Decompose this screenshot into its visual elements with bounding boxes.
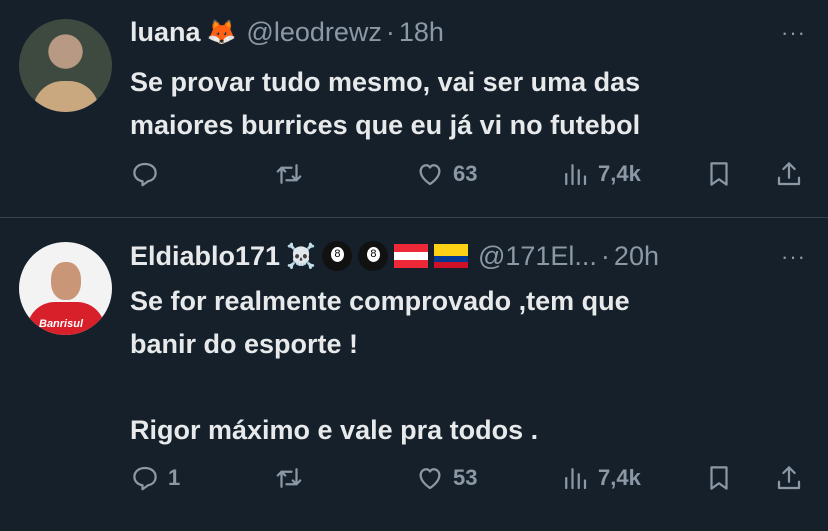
like-icon — [419, 468, 441, 490]
like-count: 53 — [453, 465, 478, 490]
separator-dot: · — [385, 16, 395, 47]
tweet-text-line — [130, 366, 630, 409]
bookmark-button[interactable] — [704, 461, 734, 495]
reply-button[interactable]: 1 — [130, 461, 180, 495]
tweet-header: Eldiablo171 ☠️ @171El... · 20h — [130, 238, 659, 274]
eight-ball-icon — [357, 241, 388, 271]
reply-icon — [133, 162, 157, 187]
more-icon[interactable]: ··· — [781, 244, 806, 270]
like-count: 63 — [453, 161, 478, 186]
tweet-text: Se for realmente comprovado ,tem que ban… — [130, 280, 630, 452]
retweet-button[interactable] — [274, 157, 312, 191]
bookmark-icon — [710, 162, 728, 186]
avatar[interactable] — [19, 19, 112, 112]
share-icon — [777, 162, 801, 186]
tweet-text-line: banir do esporte ! — [130, 329, 359, 359]
tweet[interactable]: luana 🦊 @leodrewz · 18h ··· Se provar tu… — [0, 0, 828, 217]
retweet-icon — [276, 164, 302, 184]
avatar-face — [51, 262, 81, 300]
retweet-icon — [276, 468, 302, 488]
name-emoji: 🦊 — [206, 18, 237, 46]
tweet-text-line: Se provar tudo mesmo, vai ser uma das — [130, 67, 641, 97]
action-bar: 63 7,4k — [130, 157, 810, 191]
colombia-flag-icon — [433, 244, 468, 268]
reply-icon — [133, 466, 157, 491]
timestamp[interactable]: 18h — [399, 17, 444, 48]
more-icon[interactable]: ··· — [781, 20, 806, 46]
retweet-button[interactable] — [274, 461, 312, 495]
name-emoji: ☠️ — [286, 242, 316, 270]
tweet-text-line: Rigor máximo e vale pra todos . — [130, 415, 539, 445]
share-button[interactable] — [774, 157, 804, 191]
like-button[interactable]: 53 — [415, 461, 477, 495]
views-button[interactable]: 7,4k — [560, 157, 641, 191]
view-count: 7,4k — [598, 161, 641, 186]
avatar-logo-text: Banrisul — [39, 318, 84, 330]
avatar[interactable]: Banrisul — [19, 242, 112, 335]
user-handle[interactable]: @171El... — [478, 241, 597, 272]
tweet-text-line: maiores burrices que eu já vi no futebol — [130, 110, 641, 140]
views-button[interactable]: 7,4k — [560, 461, 641, 495]
eight-ball-icon — [321, 241, 352, 271]
reply-button[interactable] — [130, 157, 168, 191]
reply-count: 1 — [168, 465, 181, 490]
bookmark-icon — [710, 466, 728, 490]
views-icon — [565, 468, 587, 490]
tweet-header: luana 🦊 @leodrewz · 18h — [130, 14, 444, 50]
like-button[interactable]: 63 — [415, 157, 477, 191]
bookmark-button[interactable] — [704, 157, 734, 191]
like-icon — [419, 164, 441, 186]
views-icon — [565, 164, 587, 186]
tweet-text-line: Se for realmente comprovado ,tem que — [130, 286, 630, 316]
view-count: 7,4k — [598, 465, 641, 490]
share-icon — [777, 466, 801, 490]
timestamp[interactable]: 20h — [614, 241, 659, 272]
share-button[interactable] — [774, 461, 804, 495]
austria-flag-icon — [393, 244, 428, 268]
tweet-text: Se provar tudo mesmo, vai ser uma das ma… — [130, 61, 640, 147]
avatar-photo — [33, 81, 99, 112]
action-bar: 1 53 7,4k — [130, 461, 810, 495]
separator-dot: · — [600, 240, 610, 271]
display-name[interactable]: Eldiablo171 — [130, 241, 280, 272]
user-handle[interactable]: @leodrewz — [246, 17, 381, 48]
display-name[interactable]: luana — [130, 17, 201, 48]
